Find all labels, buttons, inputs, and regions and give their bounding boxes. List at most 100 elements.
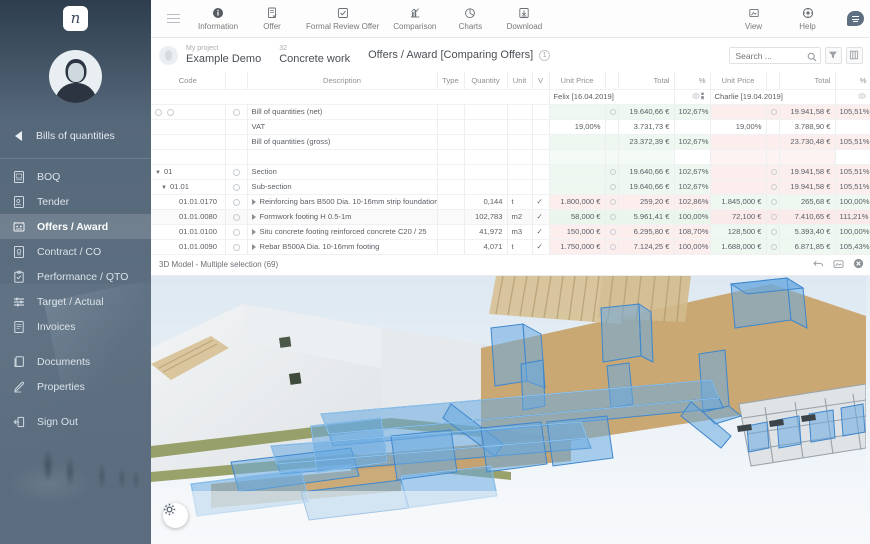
- table-row-vat[interactable]: VAT 19,00% 3.731,73 € 19,00% 3.788,90 €: [151, 119, 870, 135]
- col-header-code[interactable]: Code: [151, 72, 226, 90]
- columns-icon[interactable]: [845, 46, 863, 64]
- charlie-options-icon[interactable]: [770, 244, 777, 250]
- felix-options-icon[interactable]: [609, 199, 616, 205]
- app-logo[interactable]: n: [0, 0, 151, 36]
- sidebar-item-contract-co[interactable]: Contract / CO: [0, 239, 151, 264]
- charlie-gear[interactable]: [766, 104, 780, 120]
- felix-options-icon[interactable]: [609, 184, 616, 190]
- charlie-gear[interactable]: [766, 179, 780, 195]
- col-header-description[interactable]: Description: [247, 72, 438, 90]
- table-row[interactable]: 01.01.0100 Situ concrete footing reinfor…: [151, 224, 870, 240]
- sidebar-item-documents[interactable]: Documents: [0, 349, 151, 374]
- row-gear[interactable]: [225, 239, 248, 255]
- table-row[interactable]: 01.01.0090 Rebar B500A Dia. 10-16mm foot…: [151, 239, 870, 255]
- col-header-unit-price-felix[interactable]: Unit Price: [549, 72, 606, 90]
- charlie-gear[interactable]: [766, 209, 780, 225]
- sidebar-item-invoices[interactable]: Invoices: [0, 314, 151, 339]
- felix-options-icon[interactable]: [609, 214, 616, 220]
- felix-options-icon[interactable]: [609, 229, 616, 235]
- table-row[interactable]: 01.01.0170 Reinforcing bars B500 Dia. 10…: [151, 194, 870, 210]
- toolbar-button-formal-review-offer[interactable]: Formal Review Offer: [299, 6, 386, 31]
- toolbar-button-download[interactable]: Download: [497, 6, 551, 31]
- row-gear[interactable]: [225, 179, 248, 195]
- col-header-pct-charlie[interactable]: %: [835, 72, 870, 90]
- col-header-total-felix[interactable]: Total: [618, 72, 675, 90]
- breadcrumb-trade[interactable]: 32 Concrete work: [279, 44, 350, 66]
- search-icon[interactable]: [807, 49, 817, 67]
- chat-bubble-icon[interactable]: [846, 11, 864, 26]
- charlie-options-icon[interactable]: [770, 229, 777, 235]
- charlie-gear[interactable]: [766, 164, 780, 180]
- undo-icon[interactable]: [812, 259, 824, 270]
- charlie-options-icon[interactable]: [770, 199, 777, 205]
- offer-icons-charlie[interactable]: [835, 89, 870, 105]
- sidebar-item-boq[interactable]: BOQ: [0, 164, 151, 189]
- offer-icons-felix[interactable]: [674, 89, 711, 105]
- col-header-pct-felix[interactable]: %: [674, 72, 711, 90]
- row-code[interactable]: ▼ 01.01: [151, 179, 226, 195]
- toolbar-button-information[interactable]: Information: [191, 6, 245, 31]
- screenshot-icon[interactable]: [833, 259, 844, 271]
- charlie-gear[interactable]: [766, 239, 780, 255]
- table-row-summary-net[interactable]: Bill of quantities (net) 19.640,66 € 102…: [151, 104, 870, 120]
- row-code[interactable]: ▼ 01: [151, 164, 226, 180]
- col-header-unit[interactable]: Unit: [507, 72, 533, 90]
- offer-name-charlie[interactable]: Charlie [19.04.2019]: [710, 89, 836, 105]
- row-options-icon[interactable]: [232, 183, 240, 191]
- col-header-v[interactable]: V: [532, 72, 550, 90]
- charlie-gear[interactable]: [766, 194, 780, 210]
- row-options-icon[interactable]: [232, 168, 240, 176]
- row-gear[interactable]: [225, 209, 248, 225]
- felix-options-icon[interactable]: [609, 169, 616, 175]
- felix-options-icon[interactable]: [609, 244, 616, 250]
- row-gear[interactable]: [225, 224, 248, 240]
- expand-right-icon[interactable]: [251, 244, 256, 250]
- viewer-settings-button[interactable]: [163, 503, 188, 528]
- col-header-quantity[interactable]: Quantity: [464, 72, 508, 90]
- felix-gear[interactable]: [605, 194, 619, 210]
- col-header-type[interactable]: Type: [437, 72, 465, 90]
- charlie-options-icon[interactable]: [770, 184, 777, 190]
- table-row-summary-gross[interactable]: Bill of quantities (gross) 23.372,39 € 1…: [151, 134, 870, 150]
- offer-name-felix[interactable]: Felix [16.04.2019]: [549, 89, 675, 105]
- row-options-icon[interactable]: [232, 198, 240, 206]
- toolbar-button-help[interactable]: Help: [781, 6, 835, 31]
- close-icon[interactable]: [853, 258, 864, 271]
- felix-gear[interactable]: [605, 164, 619, 180]
- collapse-all-icon[interactable]: [167, 108, 175, 116]
- expand-all-icon[interactable]: [155, 108, 162, 116]
- felix-gear[interactable]: [605, 209, 619, 225]
- sidebar-item-tender[interactable]: Tender: [0, 189, 151, 214]
- felix-options-icon[interactable]: [609, 109, 616, 115]
- row-gear[interactable]: [225, 194, 248, 210]
- row-options-icon[interactable]: [232, 108, 240, 116]
- table-row[interactable]: 01.01.0080 Formwork footing H 0.5-1m 102…: [151, 209, 870, 225]
- model-3d-canvas[interactable]: [151, 275, 870, 544]
- toolbar-button-offer[interactable]: Offer: [245, 6, 299, 31]
- charlie-options-icon[interactable]: [770, 214, 777, 220]
- sidebar-item-offers-award[interactable]: Offers / Award: [0, 214, 151, 239]
- charlie-gear[interactable]: [766, 224, 780, 240]
- table-row-subsection[interactable]: ▼01.01 Sub-section 19.640,66 € 102,67%: [151, 179, 870, 195]
- felix-gear[interactable]: [605, 239, 619, 255]
- toolbar-button-view[interactable]: View: [727, 6, 781, 31]
- col-header-total-charlie[interactable]: Total: [779, 72, 836, 90]
- chevron-down-icon[interactable]: ▼: [161, 185, 167, 191]
- sidebar-item-sign-out[interactable]: Sign Out: [0, 409, 151, 434]
- sidebar-item-performance-qto[interactable]: Performance / QTO: [0, 264, 151, 289]
- expand-right-icon[interactable]: [251, 214, 256, 220]
- row-gear[interactable]: [225, 164, 248, 180]
- filter-icon[interactable]: [824, 46, 842, 64]
- sidebar-item-properties[interactable]: Properties: [0, 374, 151, 399]
- toolbar-button-comparison[interactable]: Comparison: [386, 6, 443, 31]
- hamburger-icon[interactable]: [155, 13, 191, 24]
- felix-gear[interactable]: [605, 224, 619, 240]
- toolbar-button-charts[interactable]: Charts: [443, 6, 497, 31]
- felix-gear[interactable]: [605, 179, 619, 195]
- charlie-options-icon[interactable]: [770, 169, 777, 175]
- felix-gear[interactable]: [605, 104, 619, 120]
- charlie-options-icon[interactable]: [770, 109, 777, 115]
- row-options-icon[interactable]: [232, 228, 240, 236]
- chevron-down-icon[interactable]: ▼: [155, 170, 161, 176]
- sidebar-back-bills-of-quantities[interactable]: Bills of quantities: [0, 121, 151, 151]
